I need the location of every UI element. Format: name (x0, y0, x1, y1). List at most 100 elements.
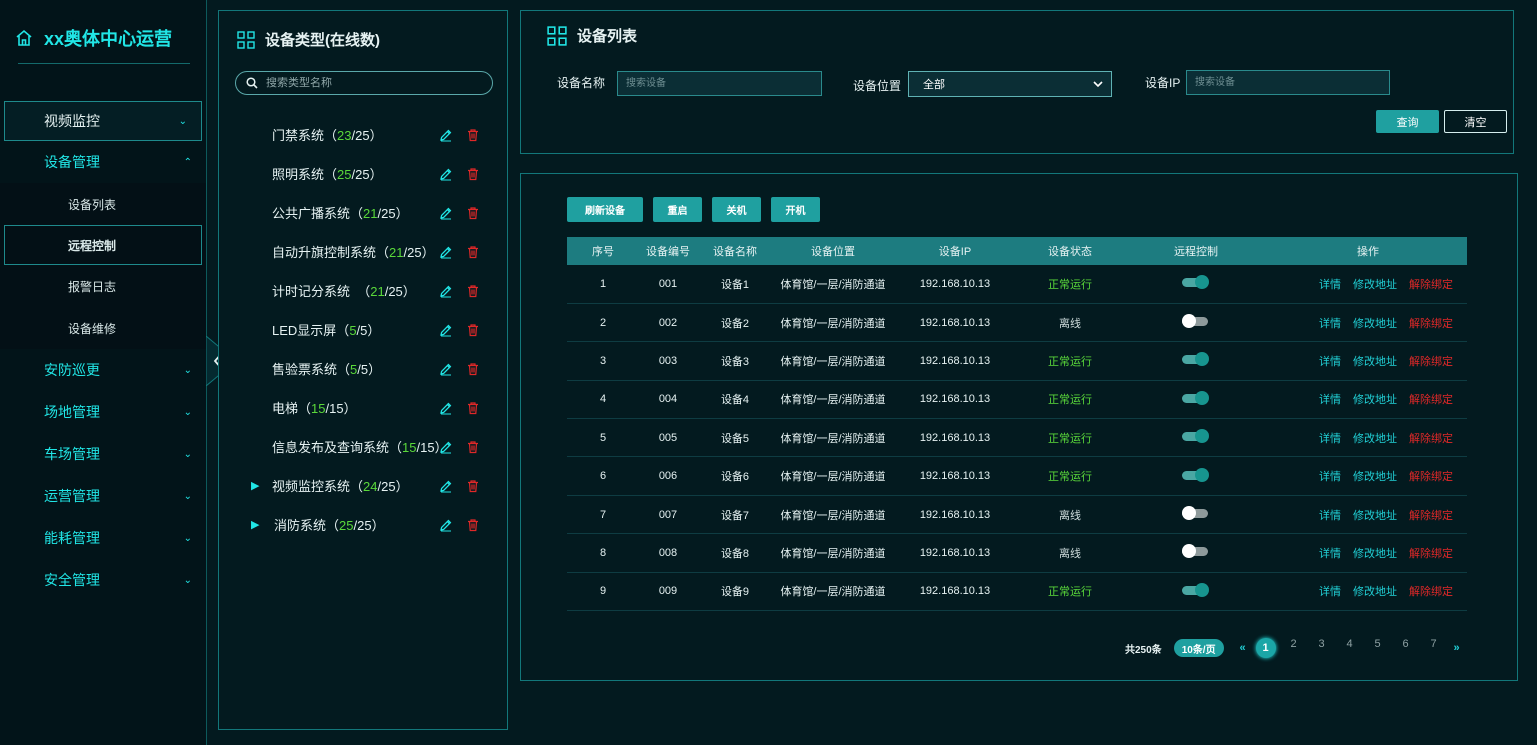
remote-control-toggle[interactable] (1182, 429, 1210, 444)
unbind-link[interactable]: 解除绑定 (1409, 430, 1453, 446)
remote-control-toggle[interactable] (1182, 467, 1210, 482)
page-number[interactable]: 2 (1280, 638, 1308, 658)
delete-icon[interactable] (466, 167, 480, 181)
edit-icon[interactable] (439, 401, 453, 415)
detail-link[interactable]: 详情 (1319, 430, 1341, 446)
expand-arrow-icon[interactable]: ▶ (251, 479, 259, 492)
sidebar-item-parking[interactable]: 车场管理 ⌄ (0, 433, 206, 475)
detail-link[interactable]: 详情 (1319, 507, 1341, 523)
page-number[interactable]: 4 (1336, 638, 1364, 658)
remote-control-toggle[interactable] (1182, 390, 1210, 405)
edit-icon[interactable] (439, 323, 453, 337)
page-number[interactable]: 7 (1420, 638, 1448, 658)
delete-icon[interactable] (466, 479, 480, 493)
edit-icon[interactable] (439, 128, 453, 142)
edit-address-link[interactable]: 修改地址 (1353, 315, 1397, 331)
device-type-item[interactable]: 公共广播系统（21/25） (219, 193, 509, 232)
home-icon[interactable] (14, 28, 34, 48)
sidebar-item-patrol[interactable]: 安防巡更 ⌄ (0, 349, 206, 391)
edit-address-link[interactable]: 修改地址 (1353, 545, 1397, 561)
remote-control-toggle[interactable] (1182, 275, 1210, 290)
edit-icon[interactable] (439, 479, 453, 493)
delete-icon[interactable] (466, 128, 480, 142)
device-type-item[interactable]: 电梯（15/15） (219, 388, 509, 427)
detail-link[interactable]: 详情 (1319, 391, 1341, 407)
page-size-select[interactable]: 10条/页 (1173, 639, 1224, 657)
delete-icon[interactable] (466, 440, 480, 454)
sub-item-device-list[interactable]: 设备列表 (0, 183, 206, 225)
sidebar-item-video[interactable]: 视频监控 ⌄ (4, 101, 202, 141)
unbind-link[interactable]: 解除绑定 (1409, 545, 1453, 561)
refresh-devices-button[interactable]: 刷新设备 (567, 197, 643, 222)
page-number[interactable]: 3 (1308, 638, 1336, 658)
device-type-item[interactable]: 照明系统（25/25） (219, 154, 509, 193)
unbind-link[interactable]: 解除绑定 (1409, 507, 1453, 523)
unbind-link[interactable]: 解除绑定 (1409, 353, 1453, 369)
remote-control-toggle[interactable] (1182, 582, 1210, 597)
remote-control-toggle[interactable] (1182, 352, 1210, 367)
device-location-select[interactable]: 全部 (908, 71, 1112, 97)
edit-icon[interactable] (439, 167, 453, 181)
edit-icon[interactable] (439, 362, 453, 376)
device-ip-input[interactable] (1186, 70, 1390, 95)
remote-control-toggle[interactable] (1182, 544, 1210, 559)
type-search-input[interactable] (266, 77, 466, 89)
device-type-item[interactable]: 信息发布及查询系统（15/15） (219, 427, 509, 466)
unbind-link[interactable]: 解除绑定 (1409, 315, 1453, 331)
device-type-item[interactable]: 自动升旗控制系统（21/25） (219, 232, 509, 271)
detail-link[interactable]: 详情 (1319, 276, 1341, 292)
edit-icon[interactable] (439, 518, 453, 532)
detail-link[interactable]: 详情 (1319, 353, 1341, 369)
detail-link[interactable]: 详情 (1319, 315, 1341, 331)
expand-arrow-icon[interactable]: ▶ (251, 518, 259, 531)
device-type-item[interactable]: LED显示屏（5/5） (219, 310, 509, 349)
detail-link[interactable]: 详情 (1319, 468, 1341, 484)
sidebar-item-venue[interactable]: 场地管理 ⌄ (0, 391, 206, 433)
edit-address-link[interactable]: 修改地址 (1353, 391, 1397, 407)
detail-link[interactable]: 详情 (1319, 583, 1341, 599)
delete-icon[interactable] (466, 401, 480, 415)
remote-control-toggle[interactable] (1182, 314, 1210, 329)
edit-icon[interactable] (439, 440, 453, 454)
device-type-item[interactable]: 门禁系统（23/25） (219, 115, 509, 154)
device-type-item[interactable]: 计时记分系统 （21/25） (219, 271, 509, 310)
sidebar-item-safety[interactable]: 安全管理 ⌄ (0, 559, 206, 601)
clear-button[interactable]: 清空 (1444, 110, 1507, 133)
query-button[interactable]: 查询 (1376, 110, 1439, 133)
delete-icon[interactable] (466, 245, 480, 259)
sub-item-alarm-log[interactable]: 报警日志 (0, 265, 206, 307)
unbind-link[interactable]: 解除绑定 (1409, 583, 1453, 599)
remote-control-toggle[interactable] (1182, 506, 1210, 521)
unbind-link[interactable]: 解除绑定 (1409, 391, 1453, 407)
unbind-link[interactable]: 解除绑定 (1409, 468, 1453, 484)
sub-item-maintenance[interactable]: 设备维修 (0, 307, 206, 349)
sub-item-remote-control[interactable]: 远程控制 (4, 225, 202, 265)
page-number[interactable]: 6 (1392, 638, 1420, 658)
edit-address-link[interactable]: 修改地址 (1353, 507, 1397, 523)
edit-address-link[interactable]: 修改地址 (1353, 353, 1397, 369)
edit-icon[interactable] (439, 245, 453, 259)
restart-button[interactable]: 重启 (653, 197, 702, 222)
sidebar-item-devices[interactable]: 设备管理 ⌃ (0, 141, 206, 183)
device-type-item[interactable]: ▶ 视频监控系统（24/25） (219, 466, 509, 505)
next-page-button[interactable]: » (1448, 642, 1466, 654)
device-type-item[interactable]: ▶ 消防系统（25/25） (219, 505, 509, 544)
sidebar-item-operations[interactable]: 运营管理 ⌄ (0, 475, 206, 517)
delete-icon[interactable] (466, 362, 480, 376)
edit-address-link[interactable]: 修改地址 (1353, 468, 1397, 484)
delete-icon[interactable] (466, 518, 480, 532)
shutdown-button[interactable]: 关机 (712, 197, 761, 222)
edit-address-link[interactable]: 修改地址 (1353, 583, 1397, 599)
power-on-button[interactable]: 开机 (771, 197, 820, 222)
delete-icon[interactable] (466, 206, 480, 220)
delete-icon[interactable] (466, 323, 480, 337)
sidebar-item-energy[interactable]: 能耗管理 ⌄ (0, 517, 206, 559)
page-number[interactable]: 1 (1252, 638, 1280, 658)
edit-icon[interactable] (439, 206, 453, 220)
device-name-input[interactable] (617, 71, 822, 96)
page-number[interactable]: 5 (1364, 638, 1392, 658)
unbind-link[interactable]: 解除绑定 (1409, 276, 1453, 292)
prev-page-button[interactable]: « (1234, 642, 1252, 654)
edit-address-link[interactable]: 修改地址 (1353, 276, 1397, 292)
device-type-item[interactable]: 售验票系统（5/5） (219, 349, 509, 388)
